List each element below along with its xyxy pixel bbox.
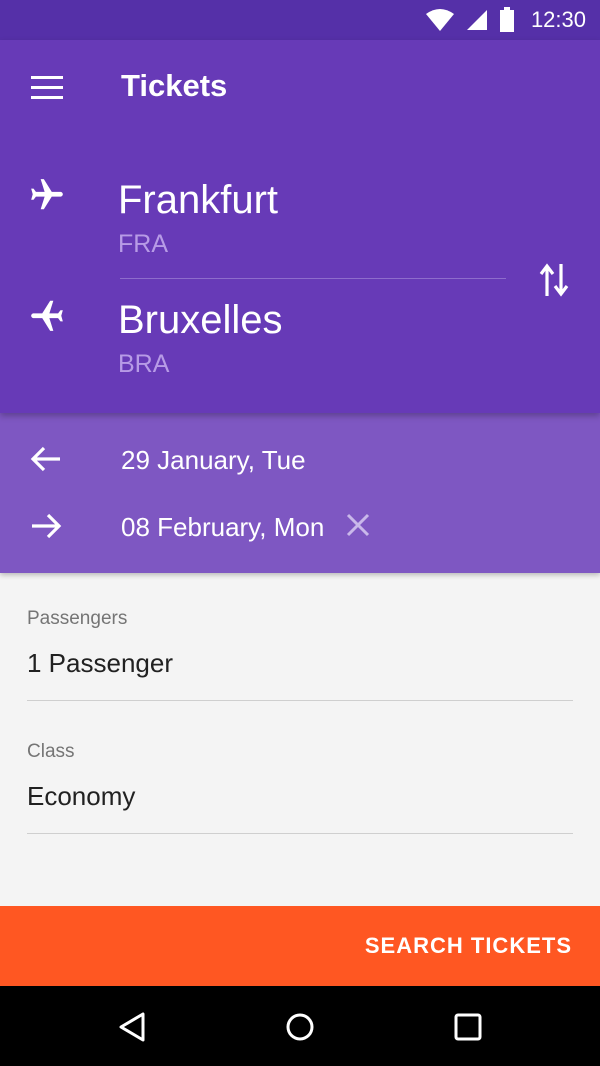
- return-date: 08 February, Mon: [121, 512, 325, 542]
- return-date-row[interactable]: 08 February, Mon: [0, 496, 600, 556]
- system-nav-bar: [0, 986, 600, 1066]
- arrow-right-icon: [32, 513, 62, 539]
- search-tickets-label: SEARCH TICKETS: [364, 933, 572, 958]
- origin-code: FRA: [118, 230, 168, 258]
- arrow-left-icon: [30, 446, 60, 472]
- signal-icon: [466, 10, 487, 30]
- class-label: Class: [27, 741, 75, 762]
- passengers-field[interactable]: Passengers 1 Passenger: [27, 608, 573, 701]
- landing-plane-icon: [31, 300, 63, 331]
- wifi-icon: [425, 9, 454, 31]
- swap-icon[interactable]: [538, 262, 570, 298]
- passengers-label: Passengers: [27, 608, 128, 629]
- menu-icon[interactable]: [31, 76, 63, 100]
- dates-panel: 29 January, Tue 08 February, Mon: [0, 413, 600, 573]
- origin-city[interactable]: Frankfurt: [118, 178, 278, 223]
- takeoff-plane-icon: [31, 179, 63, 210]
- passengers-value[interactable]: 1 Passenger: [27, 648, 573, 679]
- recents-icon[interactable]: [451, 1010, 485, 1044]
- class-underline: [27, 833, 573, 834]
- destination-city[interactable]: Bruxelles: [118, 298, 283, 343]
- status-time: 12:30: [530, 7, 586, 32]
- route-header: Tickets Frankfurt FRA Bruxelles BRA: [0, 40, 600, 413]
- departure-date: 29 January, Tue: [121, 445, 306, 475]
- home-icon[interactable]: [283, 1010, 317, 1044]
- class-field[interactable]: Class Economy: [27, 741, 573, 834]
- passengers-underline: [27, 700, 573, 701]
- status-icons: 12:30: [425, 0, 586, 40]
- battery-icon: [499, 7, 514, 32]
- page-title: Tickets: [121, 68, 228, 103]
- departure-date-row[interactable]: 29 January, Tue: [0, 429, 600, 489]
- route-divider: [120, 278, 506, 279]
- destination-code: BRA: [118, 350, 170, 378]
- close-icon[interactable]: [345, 512, 371, 538]
- toolbar: Tickets: [0, 40, 600, 136]
- back-icon[interactable]: [116, 1010, 150, 1044]
- class-value[interactable]: Economy: [27, 781, 573, 812]
- status-bar: 12:30: [0, 0, 600, 40]
- search-tickets-button[interactable]: SEARCH TICKETS: [0, 906, 600, 986]
